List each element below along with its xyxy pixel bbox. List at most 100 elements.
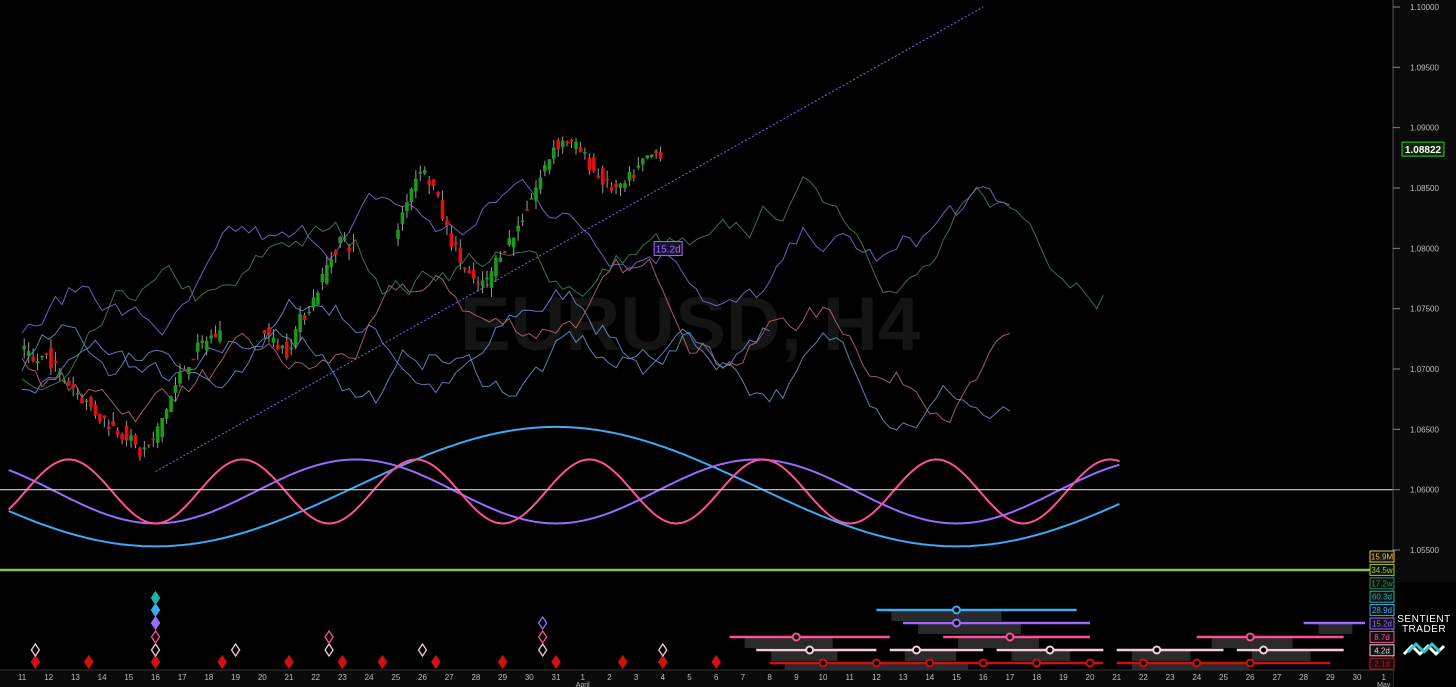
date-tick-label: 28	[1299, 673, 1308, 682]
phasing-node	[952, 618, 961, 628]
candle-body	[449, 233, 454, 247]
price-tick-label: 1.09500	[1410, 63, 1439, 72]
month-label: May	[1377, 682, 1391, 687]
date-tick-label: 12	[44, 673, 53, 682]
date-tick-label: 16	[151, 673, 160, 682]
candle-body	[316, 292, 320, 305]
date-tick-label: 23	[1166, 673, 1175, 682]
candle-body	[106, 426, 111, 430]
brand-text-trader: TRADER	[1402, 624, 1446, 635]
price-tick-label: 1.05500	[1410, 546, 1439, 555]
candle-body	[62, 380, 67, 382]
candle-body	[195, 342, 200, 352]
candle-body	[649, 154, 654, 157]
last-price-label: 1.08822	[1405, 145, 1442, 156]
candle-body	[494, 257, 498, 277]
candle-body	[565, 141, 569, 144]
candle-body	[520, 220, 525, 223]
candle-body	[534, 187, 538, 201]
date-tick-label: 29	[498, 673, 507, 682]
date-tick-label: 22	[1139, 673, 1148, 682]
candle-body	[129, 435, 133, 441]
chart-watermark: EURUSD, H4	[460, 282, 920, 367]
date-tick-label: 11	[846, 673, 855, 682]
candle-body	[583, 151, 587, 154]
price-tick-label: 1.07500	[1410, 305, 1439, 314]
candle-body	[445, 220, 449, 226]
date-tick-label: 6	[714, 673, 719, 682]
candle-body	[623, 183, 627, 189]
phasing-node	[1152, 645, 1162, 655]
date-tick-label: 30	[525, 673, 534, 682]
cycle-label: 15.9M	[1371, 553, 1394, 562]
candle-body	[284, 341, 289, 358]
candle-body	[173, 384, 178, 393]
candle-body	[98, 414, 102, 422]
date-tick-label: 25	[391, 673, 400, 682]
date-tick-label: 11	[18, 673, 27, 682]
price-tick-label: 1.08000	[1410, 244, 1439, 253]
price-tick-label: 1.08500	[1410, 184, 1439, 193]
date-tick-label: 30	[1353, 673, 1362, 682]
candle-body	[338, 236, 342, 243]
candle-body	[414, 178, 418, 192]
date-tick-label: 31	[552, 673, 561, 682]
candle-body	[418, 172, 423, 174]
phasing-node	[871, 658, 881, 668]
candle-body	[342, 238, 347, 240]
candle-body	[507, 238, 512, 245]
price-tick-label: 1.06500	[1410, 425, 1439, 434]
candle-body	[614, 183, 618, 187]
candle-body	[22, 345, 27, 350]
candle-body	[454, 242, 458, 245]
candle-body	[44, 353, 49, 356]
price-tick-label: 1.06000	[1410, 486, 1439, 495]
candle-body	[605, 178, 609, 181]
date-tick-label: 18	[1032, 673, 1041, 682]
date-tick-label: 24	[365, 673, 374, 682]
candle-body	[138, 448, 142, 457]
phasing-node	[1032, 658, 1042, 668]
candle-body	[320, 273, 325, 283]
candle-body	[551, 147, 556, 159]
candle-body	[307, 311, 311, 314]
date-tick-label: 8	[767, 673, 772, 682]
candle-body	[431, 179, 436, 187]
candle-body	[489, 271, 494, 288]
date-tick-label: 14	[98, 673, 107, 682]
price-tick-label: 1.09000	[1410, 124, 1439, 133]
date-tick-label: 24	[1192, 673, 1201, 682]
candle-body	[93, 404, 98, 416]
cycle-label: 8.7d	[1374, 633, 1390, 642]
candle-body	[204, 340, 209, 351]
cycle-label: 60.3d	[1372, 593, 1392, 602]
phasing-node	[911, 645, 921, 655]
candle-body	[276, 344, 280, 350]
candle-body	[529, 198, 534, 200]
candle-body	[80, 397, 84, 404]
date-tick-label: 14	[925, 673, 934, 682]
date-tick-label: 23	[338, 673, 347, 682]
candle-body	[75, 393, 80, 395]
candle-body	[636, 165, 641, 168]
candle-body	[538, 177, 543, 190]
phasing-node	[1138, 658, 1148, 668]
price-axis[interactable]	[1393, 0, 1456, 582]
chart-canvas[interactable]: EURUSD, H4 15.2d 1.10000 1.09500 1.09000 1.…	[0, 0, 1456, 687]
date-tick-label: 12	[872, 673, 881, 682]
candle-body	[120, 434, 124, 440]
date-tick-label: 20	[258, 673, 267, 682]
candle-body	[347, 247, 351, 251]
candle-body	[556, 140, 561, 150]
date-tick-label: 7	[741, 673, 746, 682]
candle-body	[160, 418, 164, 438]
candle-body	[498, 257, 503, 262]
candle-body	[293, 329, 298, 345]
date-tick-label: 5	[687, 673, 692, 682]
price-tick-label: 1.07000	[1410, 365, 1439, 374]
candle-body	[187, 367, 191, 375]
candle-body	[191, 358, 196, 361]
date-tick-label: 17	[178, 673, 187, 682]
date-tick-label: 17	[1005, 673, 1014, 682]
candle-body	[31, 356, 35, 361]
